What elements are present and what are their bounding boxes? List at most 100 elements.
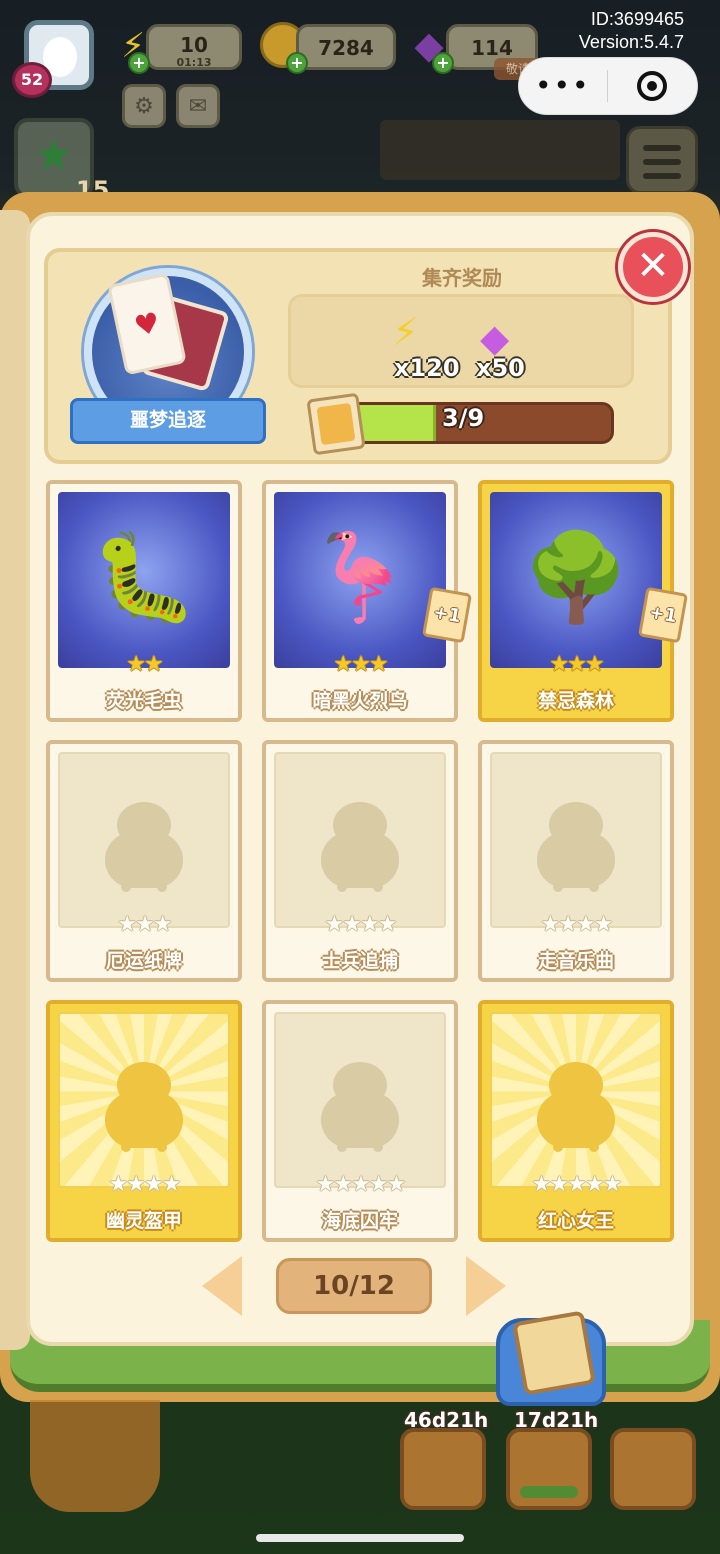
star-icon: ★ (368, 652, 389, 677)
album-card[interactable]: ★★★★ 走音乐曲 (478, 740, 674, 982)
star-icon: ★ (567, 652, 587, 677)
star-icon: ★ (386, 1172, 407, 1197)
star-icon: ★ (342, 912, 362, 937)
card-name: 厄运纸牌 (105, 950, 182, 972)
page-indicator: 10/12 (276, 1258, 432, 1314)
star-icon: ★ (558, 912, 578, 937)
card-stars: ★★★★ (482, 912, 670, 938)
card-silhouette (274, 1012, 446, 1188)
album-card[interactable]: ★★★★★ 红心女王 (478, 1000, 674, 1242)
target-icon (637, 71, 668, 101)
star-icon: ★ (377, 912, 398, 937)
album-card[interactable]: 🐛 ★★ 荧光毛虫 (46, 480, 242, 722)
coin-counter: 7284 (296, 24, 396, 70)
miniprogram-capsule: ••• (518, 57, 698, 115)
home-indicator (256, 1534, 464, 1542)
star-icon: ★ (324, 912, 345, 937)
star-icon: ★ (333, 652, 353, 677)
chevron-right-icon[interactable] (466, 1256, 506, 1316)
add-energy-button[interactable]: + (128, 52, 150, 74)
star-icon: ★ (540, 912, 561, 937)
star-icon: ★ (126, 1172, 146, 1197)
mail-icon[interactable]: ✉ (176, 84, 220, 128)
album-card[interactable]: ★★★★★ 海底囚牢 (262, 1000, 458, 1242)
menu-list-button[interactable] (626, 126, 698, 194)
star-icon: ★ (333, 1172, 353, 1197)
album-card[interactable]: ★★★★ 士兵追捕 (262, 740, 458, 982)
card-art: 🦩 (274, 492, 446, 668)
account-info: ID:3699465 Version:5.4.7 (579, 8, 684, 54)
card-name: 红心女王 (537, 1210, 614, 1232)
star-icon: ★ (135, 912, 155, 937)
card-silhouette (58, 1012, 230, 1188)
star-icon: ★ (602, 1172, 623, 1197)
star-icon: ★ (34, 130, 74, 181)
close-button[interactable]: ✕ (618, 232, 688, 302)
player-level-badge: 52 (12, 62, 52, 98)
collection-progress-text: 3/9 (442, 404, 485, 432)
star-icon: ★ (360, 912, 380, 937)
card-stars: ★★★★ (266, 912, 454, 938)
duplicate-badge: +1 (637, 586, 689, 644)
locked-silhouette-icon (105, 1062, 183, 1154)
energy-value: 10 (180, 33, 208, 57)
energy-timer: 01:13 (176, 56, 212, 69)
envelope-icon (512, 1310, 596, 1396)
settings-gear-icon[interactable]: ⚙ (122, 84, 166, 128)
star-icon: ★ (161, 1172, 182, 1197)
card-silhouette (490, 1012, 662, 1188)
star-icon: ★ (152, 912, 173, 937)
star-icon: ★ (351, 1172, 371, 1197)
star-icon: ★ (567, 1172, 587, 1197)
card-stack-icon (306, 392, 366, 456)
card-silhouette (274, 752, 446, 928)
star-icon: ★ (117, 912, 137, 937)
chevron-left-icon[interactable] (202, 1256, 242, 1316)
reward-energy-amount: x120 (394, 354, 460, 382)
star-icon: ★ (584, 652, 605, 677)
card-art: 🐛 (58, 492, 230, 668)
add-gems-button[interactable]: + (432, 52, 454, 74)
star-icon: ★ (351, 652, 371, 677)
lightning-shortcut[interactable] (30, 1400, 160, 1512)
add-coins-button[interactable]: + (286, 52, 308, 74)
reward-gem-amount: x50 (476, 354, 525, 382)
album-card[interactable]: ★★★★ 幽灵盔甲 (46, 1000, 242, 1242)
card-name: 荧光毛虫 (105, 690, 182, 712)
gem-icon: ◆ (480, 316, 510, 360)
card-art-icon: 🐛 (90, 528, 198, 628)
locked-silhouette-icon (537, 1062, 615, 1154)
card-name: 走音乐曲 (537, 950, 614, 972)
card-stars: ★★★ (50, 912, 238, 938)
album-card[interactable]: 🌳 ★★★ 禁忌森林 +1 (478, 480, 689, 722)
star-icon: ★ (531, 1172, 552, 1197)
more-options-icon[interactable]: ••• (519, 72, 607, 100)
locked-silhouette-icon (105, 802, 183, 894)
locked-silhouette-icon (321, 1062, 399, 1154)
card-stars: ★★ (50, 652, 238, 678)
energy-counter: 10 01:13 (146, 24, 242, 70)
flower-event-button[interactable] (400, 1428, 486, 1510)
card-art: 🌳 (490, 492, 662, 668)
coin-value: 7284 (318, 36, 374, 60)
album-card[interactable]: 🦩 ★★★ 暗黑火烈鸟 +1 (262, 480, 473, 722)
game-version: Version:5.4.7 (578, 32, 684, 52)
duplicate-badge: +1 (421, 586, 473, 644)
card-stars: ★★★★ (50, 1172, 238, 1198)
card-pack-button[interactable] (496, 1310, 606, 1406)
reward-title: 集齐奖励 (422, 266, 502, 290)
close-icon: ✕ (636, 243, 670, 289)
card-stars: ★★★★★ (482, 1172, 670, 1198)
star-icon: ★ (108, 1172, 129, 1197)
album-card[interactable]: ★★★ 厄运纸牌 (46, 740, 242, 982)
locked-silhouette-icon (537, 802, 615, 894)
star-icon: ★ (593, 912, 614, 937)
star-icon: ★ (126, 652, 146, 677)
star-icon: ★ (576, 912, 596, 937)
card-event-button[interactable] (506, 1428, 592, 1510)
card-silhouette (58, 752, 230, 928)
exit-miniprogram-button[interactable] (608, 71, 698, 101)
friends-button[interactable] (610, 1428, 696, 1510)
star-icon: ★ (549, 652, 569, 677)
star-icon: ★ (144, 652, 164, 677)
